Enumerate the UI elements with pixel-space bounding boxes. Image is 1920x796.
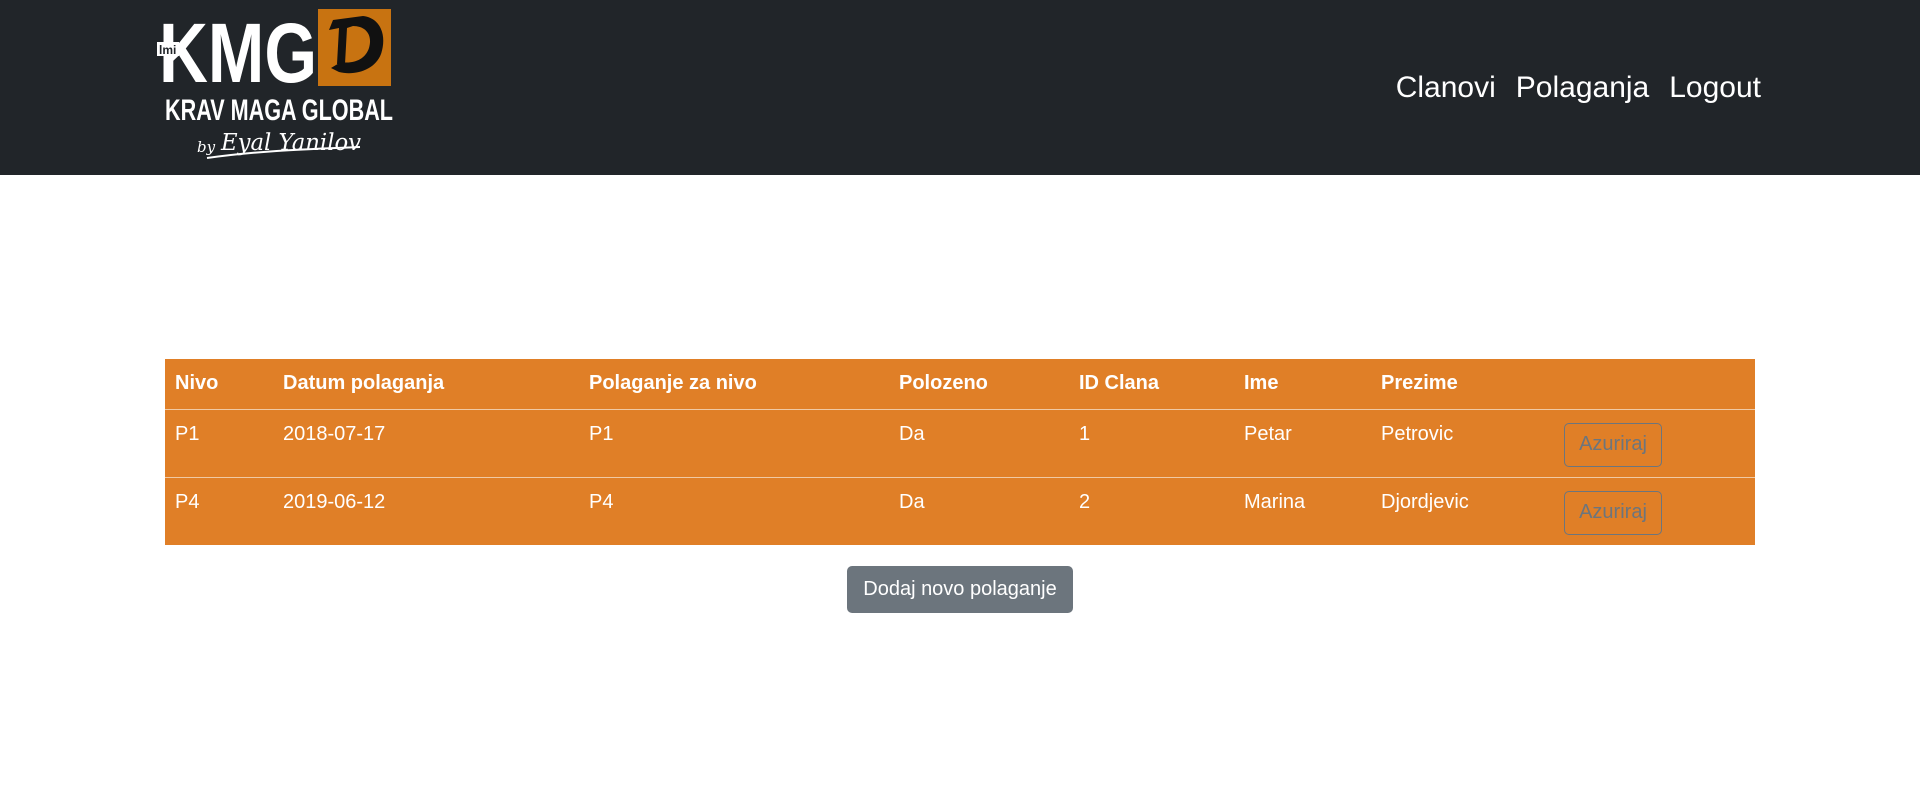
cell-datum: 2018-07-17 [283, 422, 386, 445]
logo-kmg-text: KMG [159, 6, 317, 100]
cell-nivo: P4 [175, 490, 200, 513]
table-row: P4 2019-06-12 P4 Da 2 Marina Djordjevic … [165, 477, 1755, 545]
header-polaganje-za-nivo: Polaganje za nivo [589, 372, 757, 394]
azuriraj-button[interactable]: Azuriraj [1564, 490, 1662, 535]
cell-za-nivo: P4 [589, 490, 614, 513]
logo-founder-text: Eyal Yanilov [220, 130, 361, 156]
cell-ime: Petar [1244, 422, 1292, 445]
table-header: Nivo Datum polaganja Polaganje za nivo P… [165, 359, 1755, 409]
cell-nivo: P1 [175, 422, 200, 445]
polaganja-table-wrapper: Nivo Datum polaganja Polaganje za nivo P… [165, 359, 1755, 545]
nav-link-clanovi[interactable]: Clanovi [1396, 71, 1496, 105]
cell-ime: Marina [1244, 490, 1306, 513]
cell-polozeno: Da [899, 490, 925, 513]
header-prezime: Prezime [1381, 372, 1458, 394]
cell-za-nivo: P1 [589, 422, 614, 445]
header-nivo: Nivo [175, 372, 219, 394]
cell-actions: Azuriraj [1554, 477, 1755, 545]
header-id-clana: ID Clana [1079, 372, 1160, 394]
cell-datum: 2019-06-12 [283, 490, 386, 513]
table-body: P1 2018-07-17 P1 Da 1 Petar Petrovic Azu… [165, 409, 1755, 545]
table-header-row: Nivo Datum polaganja Polaganje za nivo P… [165, 359, 1755, 409]
header-datum-polaganja: Datum polaganja [283, 372, 445, 394]
logo-by-text: by [197, 138, 216, 156]
nav-link-polaganja[interactable]: Polaganja [1516, 71, 1649, 105]
logo-fullname-text: KRAV MAGA GLOBAL [165, 94, 393, 127]
cell-prezime: Petrovic [1381, 422, 1454, 445]
header-polozeno: Polozeno [899, 372, 988, 394]
cell-prezime: Djordjevic [1381, 490, 1469, 513]
header-ime: Ime [1244, 372, 1279, 394]
navbar: KMG lmi KRAV MAGA GLOBAL by Eyal Yanilov… [0, 0, 1920, 175]
cell-id-clana: 2 [1079, 490, 1091, 513]
nav-link-logout[interactable]: Logout [1669, 71, 1761, 105]
header-actions [1554, 359, 1755, 409]
nav-links: Clanovi Polaganja Logout [1376, 0, 1920, 175]
dodaj-novo-polaganje-button[interactable]: Dodaj novo polaganje [847, 566, 1073, 613]
azuriraj-button[interactable]: Azuriraj [1564, 422, 1662, 467]
cell-actions: Azuriraj [1554, 409, 1755, 477]
cell-polozeno: Da [899, 422, 925, 445]
logo-badge-text: lmi [159, 43, 176, 57]
table-row: P1 2018-07-17 P1 Da 1 Petar Petrovic Azu… [165, 409, 1755, 477]
cell-id-clana: 1 [1079, 422, 1091, 445]
polaganja-table: Nivo Datum polaganja Polaganje za nivo P… [165, 359, 1755, 545]
kmg-logo[interactable]: KMG lmi KRAV MAGA GLOBAL by Eyal Yanilov [155, 6, 395, 164]
